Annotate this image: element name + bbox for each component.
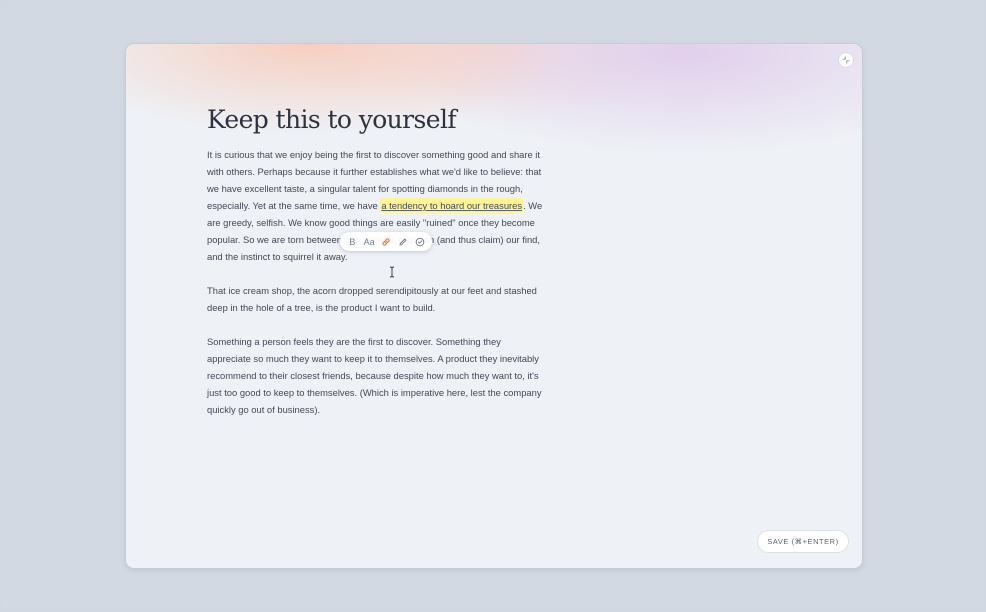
collapse-button[interactable] xyxy=(839,53,853,67)
document-body[interactable]: Keep this to yourself It is curious that… xyxy=(207,104,547,435)
collapse-arrows-icon xyxy=(842,56,850,64)
resolve-button[interactable] xyxy=(414,235,426,249)
check-circle-icon xyxy=(415,237,424,246)
font-size-button[interactable]: Aa xyxy=(363,235,375,249)
pen-icon xyxy=(399,238,407,245)
page-title[interactable]: Keep this to yourself xyxy=(207,104,547,136)
bold-label: B xyxy=(349,236,356,247)
font-size-label: Aa xyxy=(363,236,375,247)
save-label: SAVE (⌘+ENTER) xyxy=(767,537,839,546)
text-cursor-icon xyxy=(389,266,395,278)
bold-button[interactable]: B xyxy=(346,235,358,249)
formatting-toolbar: B Aa xyxy=(340,232,432,251)
highlighted-text[interactable]: a tendency to hoard our treasures xyxy=(380,198,524,213)
paragraph-3[interactable]: Something a person feels they are the fi… xyxy=(207,333,547,418)
pen-button[interactable] xyxy=(397,235,409,249)
save-button[interactable]: SAVE (⌘+ENTER) xyxy=(758,531,848,552)
paragraph-2[interactable]: That ice cream shop, the acorn dropped s… xyxy=(207,282,547,316)
link-icon xyxy=(382,237,390,246)
link-button[interactable] xyxy=(380,235,392,249)
